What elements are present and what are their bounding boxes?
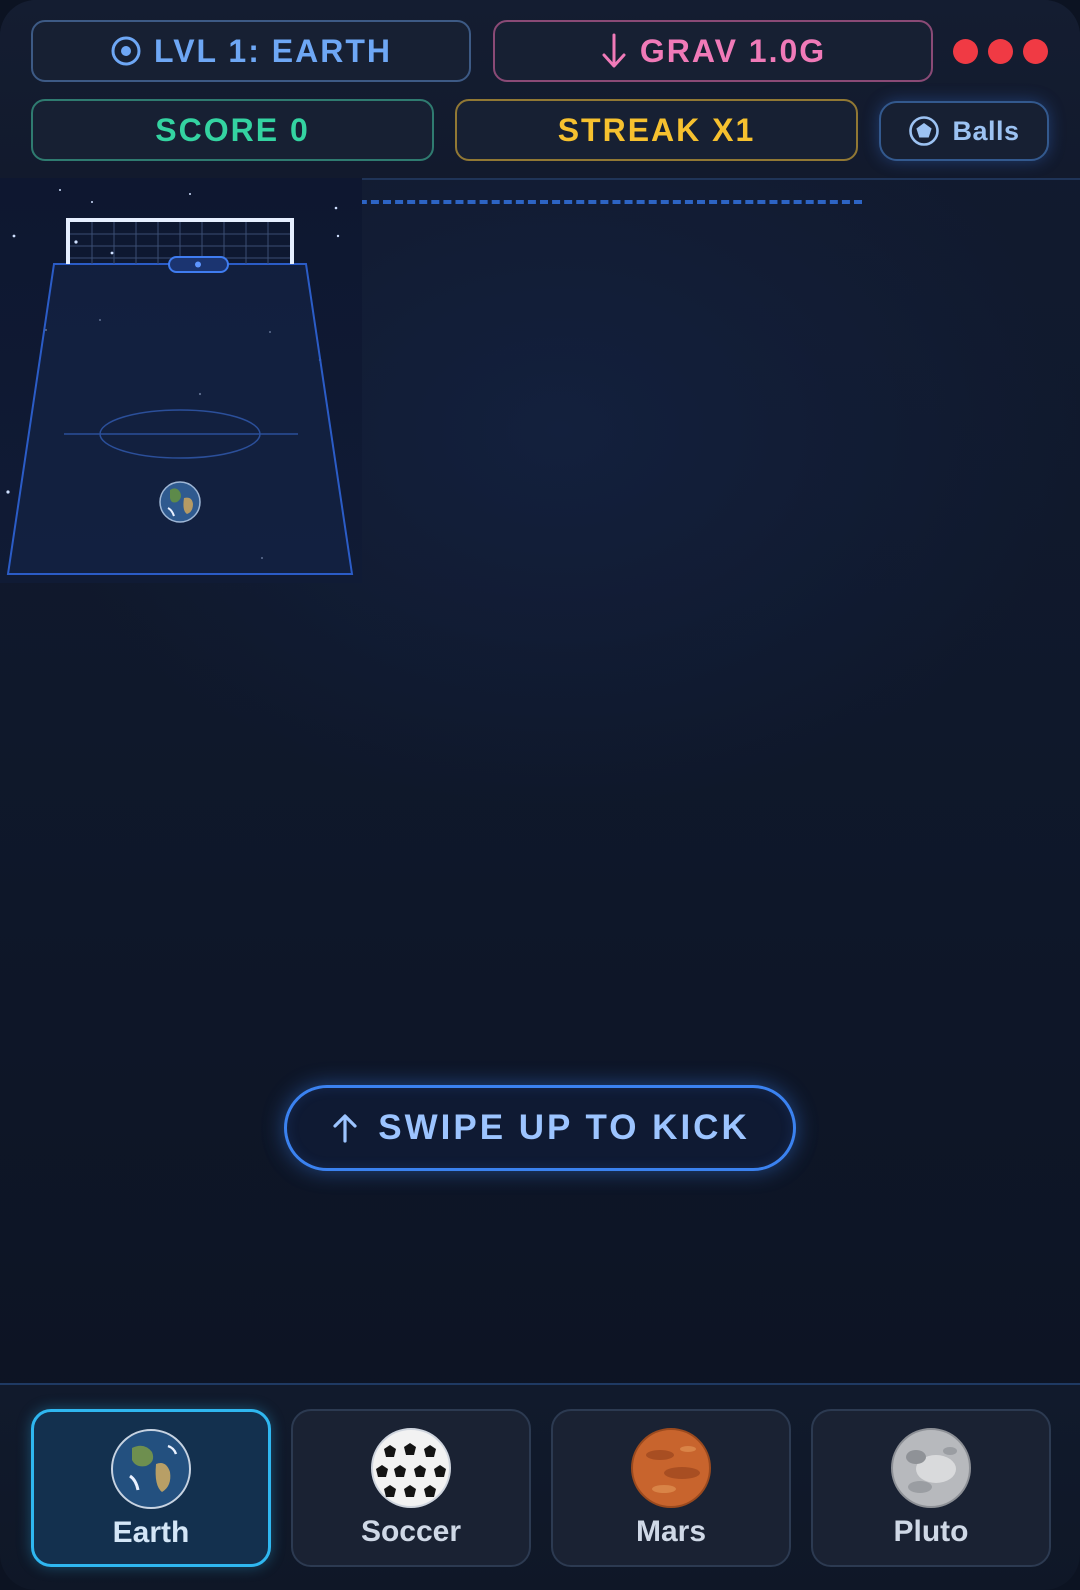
goalkeeper-center xyxy=(195,261,201,268)
ball-option-pluto[interactable]: Pluto xyxy=(811,1409,1051,1567)
gravity-label: GRAV 1.0G xyxy=(639,32,827,69)
pitch-surface xyxy=(6,263,354,575)
pitch-graphic xyxy=(6,189,354,575)
streak-display: STREAK X1 xyxy=(455,99,858,161)
target-icon xyxy=(110,35,142,67)
ball-option-earth[interactable]: Earth xyxy=(31,1409,271,1567)
life-dot xyxy=(1023,39,1048,64)
level-indicator: LVL 1: EARTH xyxy=(31,20,471,82)
game-screen: LVL 1: EARTH GRAV 1.0G SCORE 0 STREAK X1… xyxy=(0,0,1080,1590)
streak-label: STREAK X1 xyxy=(557,111,756,148)
arrow-down-icon xyxy=(600,33,628,69)
earth-ball-icon xyxy=(111,1429,191,1509)
ball-option-soccer[interactable]: Soccer xyxy=(291,1409,531,1567)
arrow-up-icon xyxy=(330,1113,360,1143)
swipe-prompt-label: SWIPE UP TO KICK xyxy=(378,1108,750,1147)
ball-option-label: Mars xyxy=(635,1515,707,1548)
ball-option-label: Pluto xyxy=(893,1515,969,1548)
ball-option-mars[interactable]: Mars xyxy=(551,1409,791,1567)
balls-button[interactable]: Balls xyxy=(879,101,1049,161)
pitch-view xyxy=(0,178,362,583)
life-dot xyxy=(953,39,978,64)
pluto-ball-icon xyxy=(891,1428,971,1508)
ball-option-label: Soccer xyxy=(360,1515,462,1548)
life-dot xyxy=(988,39,1013,64)
mars-ball-icon xyxy=(631,1428,711,1508)
top-hud: LVL 1: EARTH GRAV 1.0G SCORE 0 STREAK X1… xyxy=(0,0,1080,180)
score-display: SCORE 0 xyxy=(31,99,434,161)
ball-option-label: Earth xyxy=(112,1516,190,1549)
score-label: SCORE 0 xyxy=(155,111,310,148)
gravity-indicator: GRAV 1.0G xyxy=(493,20,933,82)
soccer-ball-icon xyxy=(371,1428,451,1508)
swipe-up-to-kick-prompt: SWIPE UP TO KICK xyxy=(284,1085,796,1171)
balls-button-label: Balls xyxy=(952,115,1020,146)
lives-indicator xyxy=(953,39,1048,64)
soccer-ball-icon xyxy=(908,115,940,147)
ball-selector-bar: Earth Soccer Mars Pluto xyxy=(0,1383,1080,1590)
level-label: LVL 1: EARTH xyxy=(154,32,392,69)
earth-ball[interactable] xyxy=(159,481,201,523)
